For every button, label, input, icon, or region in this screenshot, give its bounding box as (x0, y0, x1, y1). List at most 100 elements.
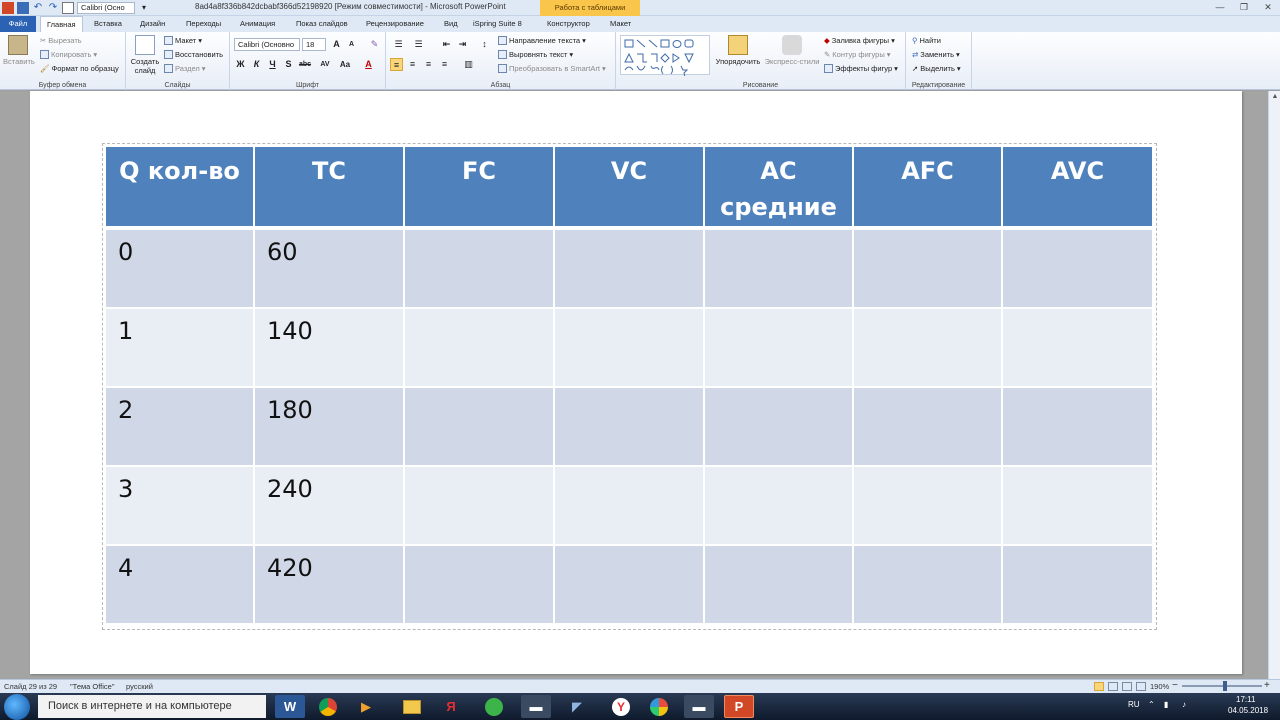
header-vc[interactable]: VC (555, 147, 705, 230)
normal-view-icon[interactable] (1094, 682, 1104, 691)
table-cell[interactable]: 140 (255, 309, 405, 388)
tab-insert[interactable]: Вставка (88, 16, 128, 32)
line-spacing-icon[interactable]: ↕ (478, 38, 491, 51)
yandex-icon[interactable]: Y (606, 695, 636, 718)
taskbar-app-icon-2[interactable]: ◤ (562, 695, 592, 718)
qat-font-combo[interactable]: Calibri (Осно (77, 2, 135, 14)
word-icon[interactable]: W (275, 695, 305, 718)
columns-button[interactable]: ▥ (462, 58, 475, 71)
taskbar-app-icon-3[interactable]: ▬ (684, 695, 714, 718)
justify-button[interactable]: ≡ (438, 58, 451, 71)
zoom-level[interactable]: 190% (1150, 682, 1169, 691)
paste-button[interactable]: Вставить (3, 35, 35, 66)
bold-button[interactable]: Ж (234, 58, 247, 71)
zoom-slider[interactable] (1182, 685, 1262, 687)
tab-transitions[interactable]: Переходы (180, 16, 227, 32)
powerpoint-app-icon[interactable] (2, 2, 14, 14)
table-cell[interactable] (854, 467, 1003, 546)
colorful-app-icon[interactable] (644, 695, 674, 718)
powerpoint-taskbar-icon[interactable]: P (724, 695, 754, 718)
save-icon[interactable] (17, 2, 29, 14)
table-cell[interactable] (854, 230, 1003, 309)
strikethrough-button[interactable]: abc (296, 58, 314, 71)
italic-button[interactable]: К (250, 58, 263, 71)
quick-styles-button[interactable]: Экспресс-стили (764, 35, 820, 66)
header-fc[interactable]: FC (405, 147, 555, 230)
table-cell[interactable] (854, 309, 1003, 388)
table-cell[interactable]: 1 (106, 309, 255, 388)
volume-icon[interactable]: ♪ (1182, 700, 1186, 709)
table-cell[interactable] (705, 309, 854, 388)
table-cell[interactable] (555, 309, 705, 388)
close-icon[interactable]: ✕ (1260, 1, 1276, 13)
media-player-icon[interactable]: ▶ (351, 695, 381, 718)
align-text-button[interactable]: Выровнять текст ▾ (498, 50, 573, 59)
table-cell[interactable]: 60 (255, 230, 405, 309)
table-cell[interactable]: 4 (106, 546, 255, 625)
table-cell[interactable]: 420 (255, 546, 405, 625)
table-cell[interactable] (1003, 388, 1152, 467)
yandex-browser-icon[interactable]: Я (436, 695, 466, 718)
clock-time[interactable]: 17:11 (1236, 695, 1255, 704)
align-left-button[interactable]: ≡ (390, 58, 403, 71)
shape-effects-button[interactable]: Эффекты фигур ▾ (824, 64, 898, 73)
table-cell[interactable] (405, 467, 555, 546)
network-icon[interactable]: ▮ (1164, 700, 1168, 709)
redo-icon[interactable]: ↷ (47, 2, 59, 14)
table-cell[interactable] (705, 467, 854, 546)
tab-review[interactable]: Рецензирование (360, 16, 430, 32)
zoom-out-icon[interactable]: − (1172, 680, 1178, 691)
file-explorer-icon[interactable] (397, 695, 427, 718)
tab-table-design[interactable]: Конструктор (541, 16, 596, 32)
tab-table-layout[interactable]: Макет (604, 16, 637, 32)
qat-customize-icon[interactable]: ▾ (138, 2, 150, 14)
grow-font-button[interactable]: A (330, 38, 343, 51)
cut-button[interactable]: ✂ Вырезать (40, 36, 82, 45)
font-size-combo[interactable]: 18 (302, 38, 326, 51)
table-cell[interactable] (1003, 546, 1152, 625)
table-cell[interactable] (405, 546, 555, 625)
table-cell[interactable] (555, 388, 705, 467)
header-afc[interactable]: AFC (854, 147, 1003, 230)
table-cell[interactable] (705, 546, 854, 625)
align-right-button[interactable]: ≡ (422, 58, 435, 71)
taskbar-app-icon[interactable]: ▬ (521, 695, 551, 718)
shadow-button[interactable]: S (282, 58, 295, 71)
scroll-up-icon[interactable]: ▲ (1269, 91, 1280, 103)
new-slide-button[interactable]: Создать слайд (130, 35, 160, 75)
sorter-view-icon[interactable] (1108, 682, 1118, 691)
table-cell[interactable] (405, 230, 555, 309)
shape-fill-button[interactable]: ◆ Заливка фигуры ▾ (824, 36, 895, 45)
table-cell[interactable] (705, 230, 854, 309)
table-cell[interactable] (705, 388, 854, 467)
clear-format-icon[interactable]: ✎ (368, 38, 381, 51)
select-button[interactable]: ➚ Выделить ▾ (912, 64, 961, 73)
arrange-button[interactable]: Упорядочить (714, 35, 762, 66)
table-cell[interactable]: 240 (255, 467, 405, 546)
table-cell[interactable]: 3 (106, 467, 255, 546)
numbering-icon[interactable]: ☰ (412, 38, 425, 51)
copy-button[interactable]: Копировать ▾ (40, 50, 97, 59)
table-cell[interactable] (1003, 467, 1152, 546)
replace-button[interactable]: ⇄ Заменить ▾ (912, 50, 960, 59)
header-tc[interactable]: TC (255, 147, 405, 230)
align-center-button[interactable]: ≡ (406, 58, 419, 71)
table-cell[interactable] (405, 388, 555, 467)
zoom-in-icon[interactable]: + (1264, 680, 1270, 691)
tray-arrow-icon[interactable]: ⌃ (1148, 700, 1155, 709)
table-cell[interactable] (1003, 309, 1152, 388)
reading-view-icon[interactable] (1122, 682, 1132, 691)
shape-outline-button[interactable]: ✎ Контур фигуры ▾ (824, 50, 891, 59)
table-cell[interactable] (1003, 230, 1152, 309)
font-color-button[interactable]: A (362, 58, 375, 71)
char-spacing-button[interactable]: AV (316, 58, 334, 71)
shrink-font-button[interactable]: A (345, 38, 358, 51)
tab-slideshow[interactable]: Показ слайдов (290, 16, 354, 32)
theme-name[interactable]: "Тема Office" (70, 682, 115, 691)
bullets-icon[interactable]: ☰ (392, 38, 405, 51)
header-avc[interactable]: AVC (1003, 147, 1152, 230)
table-cell[interactable]: 2 (106, 388, 255, 467)
section-button[interactable]: Раздел ▾ (164, 64, 206, 73)
tab-file[interactable]: Файл (0, 16, 36, 32)
change-case-button[interactable]: Aa (336, 58, 354, 71)
